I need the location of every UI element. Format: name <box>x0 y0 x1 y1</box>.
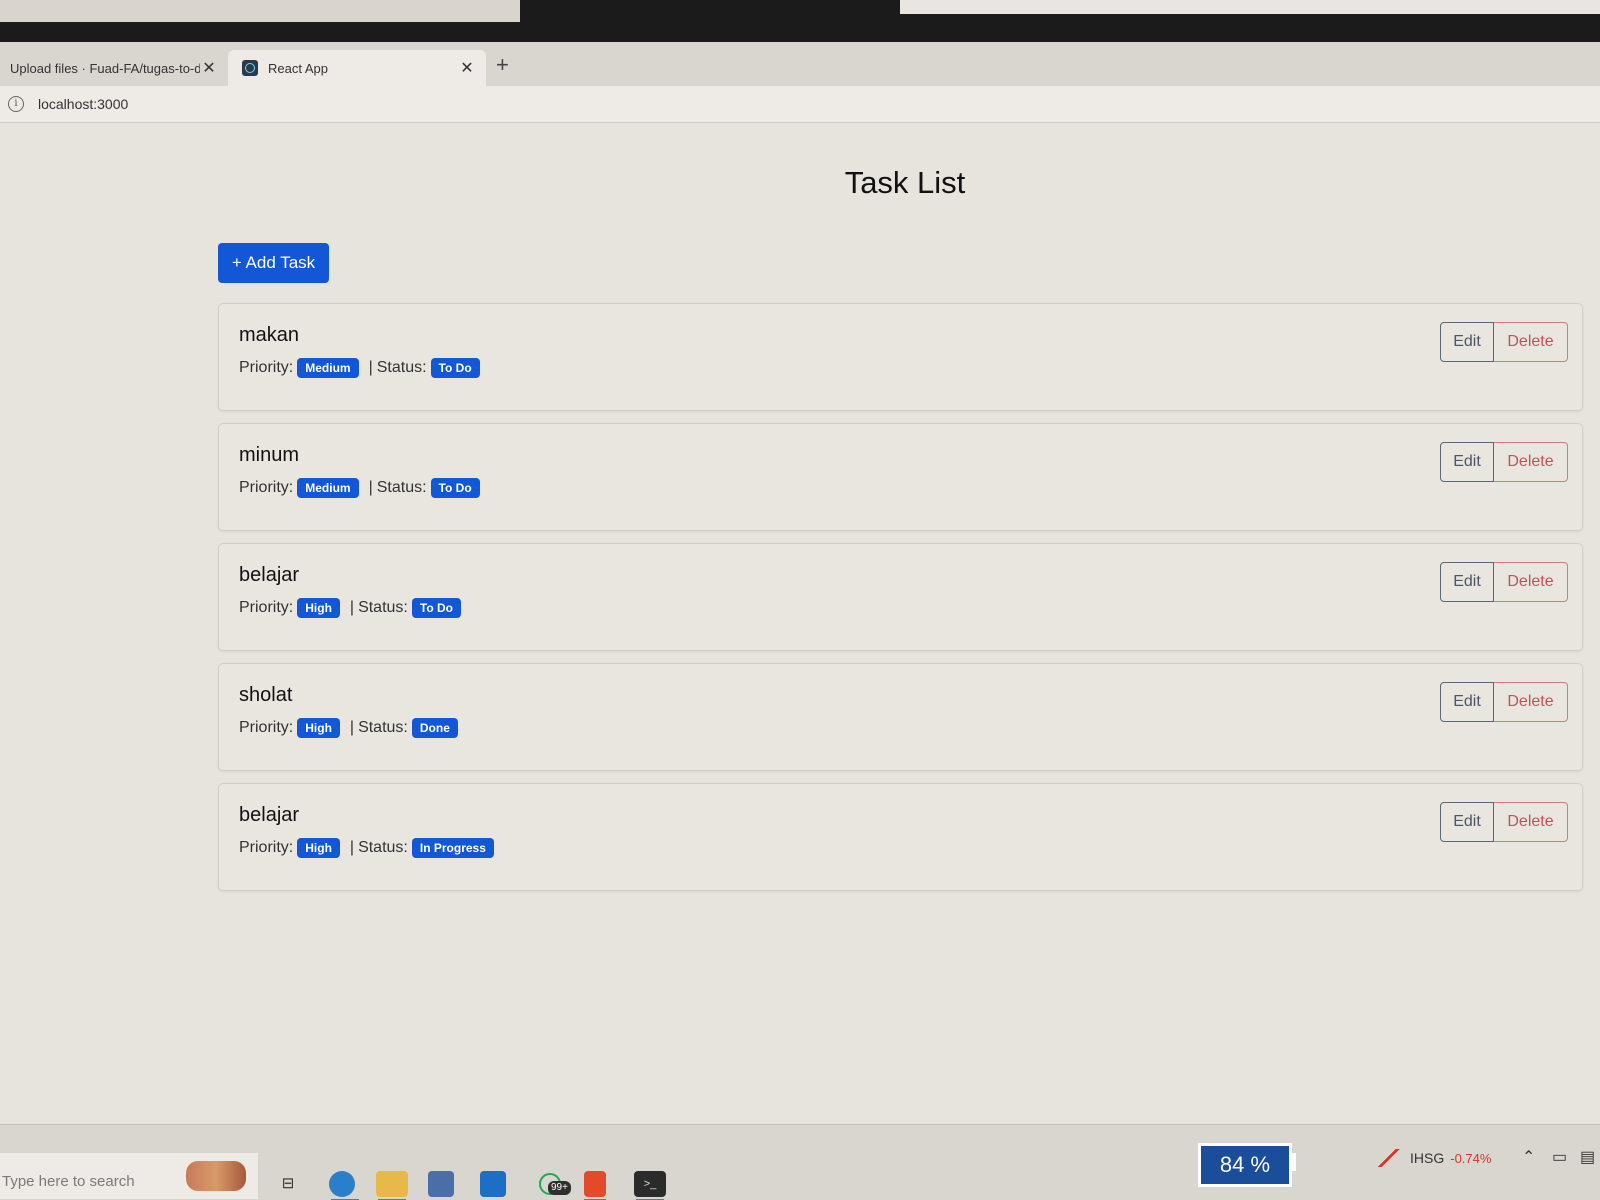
taskbar: Type here to search ⊟ 99+ >_ 84 % IHSG -… <box>0 1124 1600 1200</box>
notification-badge: 99+ <box>548 1181 571 1195</box>
battery-indicator: 84 % <box>1198 1143 1292 1187</box>
delete-button[interactable]: Delete <box>1494 682 1568 722</box>
edit-button[interactable]: Edit <box>1440 442 1494 482</box>
status-badge: In Progress <box>411 838 494 858</box>
task-title: belajar <box>239 564 300 586</box>
trend-down-icon <box>1378 1149 1400 1167</box>
task-title: sholat <box>239 684 293 706</box>
monitor-bezel <box>0 0 1600 42</box>
page-title: Task List <box>844 165 966 200</box>
info-icon[interactable]: i <box>8 96 24 112</box>
priority-badge: High <box>297 718 340 738</box>
page-content: Task List + Add Task makan Priority: Med… <box>0 123 1600 1123</box>
edit-button[interactable]: Edit <box>1440 562 1494 602</box>
separator: | <box>368 479 373 496</box>
add-task-button[interactable]: + Add Task <box>218 243 329 283</box>
terminal-icon[interactable]: >_ <box>634 1171 666 1200</box>
task-actions: Edit Delete <box>1440 802 1568 842</box>
status-label: Status: <box>358 839 408 856</box>
priority-label: Priority: <box>239 599 294 616</box>
priority-badge: Medium <box>297 478 359 498</box>
search-placeholder: Type here to search <box>2 1173 135 1190</box>
file-explorer-icon[interactable] <box>376 1171 408 1200</box>
status-badge: To Do <box>430 358 480 378</box>
priority-label: Priority: <box>239 839 294 856</box>
background-blur <box>0 0 520 22</box>
tab-strip: Upload files · Fuad-FA/tugas-to-d ✕ Reac… <box>0 42 1600 86</box>
priority-label: Priority: <box>239 719 294 736</box>
tab-react-app[interactable]: React App ✕ <box>228 50 486 86</box>
brave-browser-icon[interactable] <box>584 1171 606 1200</box>
volume-icon[interactable]: ▤ <box>1580 1147 1595 1167</box>
chevron-up-icon[interactable]: ⌃ <box>1522 1147 1535 1167</box>
priority-label: Priority: <box>239 359 294 376</box>
status-label: Status: <box>358 719 408 736</box>
task-actions: Edit Delete <box>1440 682 1568 722</box>
ticker-change: -0.74% <box>1450 1150 1492 1166</box>
edge-browser-icon[interactable] <box>329 1171 359 1200</box>
task-actions: Edit Delete <box>1440 442 1568 482</box>
background-blur <box>900 0 1600 14</box>
status-label: Status: <box>358 599 408 616</box>
task-meta: Priority: High | Status: Done <box>239 718 464 738</box>
edit-button[interactable]: Edit <box>1440 802 1494 842</box>
task-actions: Edit Delete <box>1440 322 1568 362</box>
search-highlight-icon <box>186 1161 246 1191</box>
task-view-icon[interactable]: ⊟ <box>272 1171 304 1197</box>
status-badge: Done <box>411 718 458 738</box>
task-card: minum Priority: Medium | Status: To Do E… <box>218 423 1583 531</box>
tab-title: Upload files · Fuad-FA/tugas-to-d <box>10 60 200 76</box>
separator: | <box>368 359 373 376</box>
outlook-icon[interactable] <box>480 1171 506 1197</box>
priority-badge: Medium <box>297 358 359 378</box>
task-meta: Priority: High | Status: In Progress <box>239 838 500 858</box>
tab-upload-files[interactable]: Upload files · Fuad-FA/tugas-to-d ✕ <box>0 50 228 86</box>
store-icon[interactable] <box>428 1171 454 1197</box>
priority-badge: High <box>297 598 340 618</box>
delete-button[interactable]: Delete <box>1494 562 1568 602</box>
priority-label: Priority: <box>239 479 294 496</box>
separator: | <box>349 599 355 616</box>
edit-button[interactable]: Edit <box>1440 322 1494 362</box>
task-meta: Priority: Medium | Status: To Do <box>239 478 486 498</box>
whatsapp-icon[interactable]: 99+ <box>532 1171 571 1197</box>
task-meta: Priority: Medium | Status: To Do <box>239 358 486 378</box>
task-card: makan Priority: Medium | Status: To Do E… <box>218 303 1583 411</box>
status-label: Status: <box>376 359 427 376</box>
priority-badge: High <box>297 838 340 858</box>
task-title: belajar <box>239 804 300 826</box>
task-title: minum <box>239 444 300 466</box>
task-card: belajar Priority: High | Status: To Do E… <box>218 543 1583 651</box>
status-badge: To Do <box>411 598 461 618</box>
separator: | <box>349 839 355 856</box>
task-card: sholat Priority: High | Status: Done Edi… <box>218 663 1583 771</box>
react-icon <box>242 60 258 76</box>
task-title: makan <box>239 324 300 346</box>
stock-ticker[interactable]: IHSG -0.74% <box>1378 1149 1491 1167</box>
ticker-symbol: IHSG <box>1410 1150 1445 1166</box>
edit-button[interactable]: Edit <box>1440 682 1494 722</box>
status-badge: To Do <box>430 478 480 498</box>
new-tab-button[interactable]: + <box>496 52 509 78</box>
task-list: makan Priority: Medium | Status: To Do E… <box>218 303 1583 903</box>
url-text[interactable]: localhost:3000 <box>38 96 128 112</box>
delete-button[interactable]: Delete <box>1494 442 1568 482</box>
address-bar[interactable]: i localhost:3000 <box>0 86 1600 123</box>
task-meta: Priority: High | Status: To Do <box>239 598 467 618</box>
separator: | <box>349 719 355 736</box>
close-icon[interactable]: ✕ <box>200 58 218 78</box>
task-card: belajar Priority: High | Status: In Prog… <box>218 783 1583 891</box>
battery-cap <box>1290 1153 1296 1171</box>
network-icon[interactable]: ▭ <box>1552 1147 1567 1167</box>
delete-button[interactable]: Delete <box>1494 802 1568 842</box>
taskbar-search[interactable]: Type here to search <box>0 1153 258 1199</box>
screen: Upload files · Fuad-FA/tugas-to-d ✕ Reac… <box>0 42 1600 1200</box>
tab-title: React App <box>268 60 328 76</box>
task-actions: Edit Delete <box>1440 562 1568 602</box>
status-label: Status: <box>376 479 427 496</box>
close-icon[interactable]: ✕ <box>458 58 476 78</box>
delete-button[interactable]: Delete <box>1494 322 1568 362</box>
